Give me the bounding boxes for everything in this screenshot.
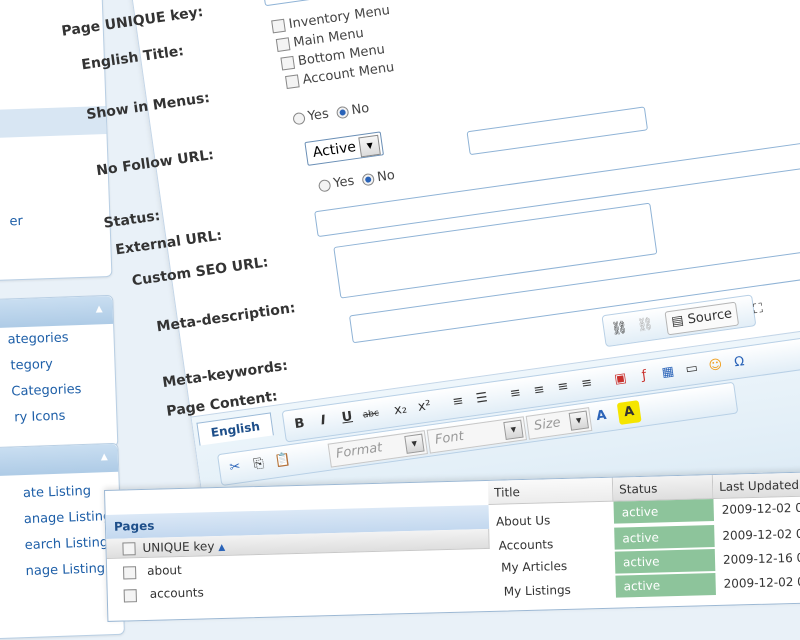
chevron-down-icon[interactable]: ▼ (568, 410, 589, 431)
maximize-icon[interactable]: ⛶ (746, 297, 771, 322)
status-text-input[interactable] (466, 106, 649, 156)
external-url-label: External URL: (114, 227, 224, 259)
checkbox[interactable] (285, 74, 300, 90)
flash-icon[interactable]: ƒ (632, 364, 657, 389)
align-center-icon[interactable]: ≡ (527, 378, 552, 403)
align-right-icon[interactable]: ≡ (551, 375, 576, 400)
sidebar-panel-2: ▲ ategories tegory Categories ry Icons (0, 294, 119, 452)
align-left-icon[interactable]: ≡ (503, 382, 528, 407)
chevron-down-icon[interactable]: ▼ (404, 433, 425, 454)
pages-grid: Title Status Last Updated Pages UNIQUE k… (104, 471, 800, 622)
text-color-icon[interactable]: A (589, 404, 614, 429)
radio-yes[interactable] (317, 178, 332, 192)
row-title: Accounts (498, 537, 554, 553)
sidebar-link[interactable]: er (0, 206, 110, 237)
format-select[interactable]: Format ▼ (327, 430, 428, 468)
tab-english[interactable]: English (196, 412, 275, 446)
row-key: accounts (149, 585, 204, 601)
status-cell: active (613, 499, 715, 524)
horizontal-rule-icon[interactable]: ▭ (679, 357, 704, 382)
column-header-last-updated[interactable]: Last Updated (712, 472, 800, 500)
column-header-status[interactable]: Status (612, 475, 714, 502)
sidebar-panel-header[interactable]: ▲ (0, 443, 119, 477)
no-follow-radio-group: Yes No (292, 101, 370, 127)
status-cell: active (615, 573, 716, 598)
paste-icon[interactable]: 📋 (270, 449, 295, 474)
numbered-list-icon[interactable]: ≡ (446, 390, 471, 415)
row-checkbox[interactable] (123, 566, 137, 580)
row-title: About Us (495, 513, 551, 529)
special-char-icon[interactable]: Ω (727, 350, 752, 375)
font-select[interactable]: Font ▼ (426, 416, 528, 454)
sidebar-panel-header[interactable]: ▲ (0, 295, 114, 329)
link-icon[interactable]: ⛓ (607, 317, 632, 342)
sort-asc-icon: ▲ (218, 542, 226, 554)
sidebar-link[interactable]: ry Icons (0, 402, 117, 433)
meta-description-label: Meta-description: (155, 300, 297, 336)
row-title: My Listings (503, 582, 572, 599)
checkbox[interactable] (271, 18, 286, 34)
table-icon[interactable]: ▦ (656, 360, 681, 385)
align-justify-icon[interactable]: ≡ (574, 372, 599, 397)
superscript-icon[interactable]: x² (412, 395, 437, 420)
select-all-checkbox[interactable] (122, 542, 136, 556)
status-select[interactable]: Active ▼ (304, 131, 385, 166)
status-radio-group: Yes No (317, 168, 396, 194)
source-icon: ▤ (670, 313, 685, 330)
underline-button[interactable]: U (335, 405, 360, 430)
page-edit-form: Page UNIQUE key: English Title: Inventor… (61, 0, 800, 576)
background-color-icon[interactable]: A (616, 400, 642, 425)
sidebar-panel-1: er (0, 0, 113, 282)
collapse-arrow-icon[interactable]: ▲ (95, 304, 102, 314)
chevron-down-icon[interactable]: ▼ (503, 419, 524, 440)
last-updated-cell: 2009-12-02 07 (723, 574, 800, 591)
radio-yes[interactable] (292, 111, 306, 125)
source-button[interactable]: ▤ Source (664, 301, 740, 336)
italic-button[interactable]: I (311, 409, 336, 434)
bulleted-list-icon[interactable]: ☰ (469, 386, 494, 411)
bold-button[interactable]: B (287, 412, 312, 437)
checkbox[interactable] (280, 55, 296, 71)
column-header-title[interactable]: Title (487, 477, 614, 505)
row-checkbox[interactable] (123, 589, 137, 603)
collapse-arrow-icon[interactable]: ▲ (101, 452, 108, 462)
last-updated-cell: 2009-12-02 07:4 (721, 500, 800, 517)
last-updated-cell: 2009-12-16 06 (722, 550, 800, 567)
status-cell: active (614, 525, 715, 550)
unlink-icon[interactable]: ⛓ (633, 313, 658, 338)
radio-no[interactable] (361, 172, 376, 186)
chevron-down-icon[interactable]: ▼ (358, 134, 382, 158)
meta-keywords-label: Meta-keywords: (161, 357, 289, 392)
checkbox[interactable] (275, 37, 291, 52)
row-title: My Articles (500, 558, 568, 575)
custom-seo-url-label: Custom SEO URL: (130, 254, 270, 290)
row-key: about (146, 562, 182, 578)
cut-icon[interactable]: ✂ (223, 456, 248, 481)
radio-no[interactable] (335, 105, 350, 119)
image-icon[interactable]: ▣ (608, 367, 633, 392)
status-cell: active (614, 549, 716, 574)
subscript-icon[interactable]: x₂ (388, 398, 413, 423)
size-select[interactable]: Size ▼ (525, 407, 593, 440)
strikethrough-button[interactable]: abc (359, 402, 384, 427)
copy-icon[interactable]: ⎘ (246, 452, 271, 477)
smiley-icon[interactable]: ☺ (703, 354, 728, 379)
sidebar-link[interactable]: nage Listing Field (0, 556, 139, 587)
last-updated-cell: 2009-12-02 07: (722, 526, 800, 543)
